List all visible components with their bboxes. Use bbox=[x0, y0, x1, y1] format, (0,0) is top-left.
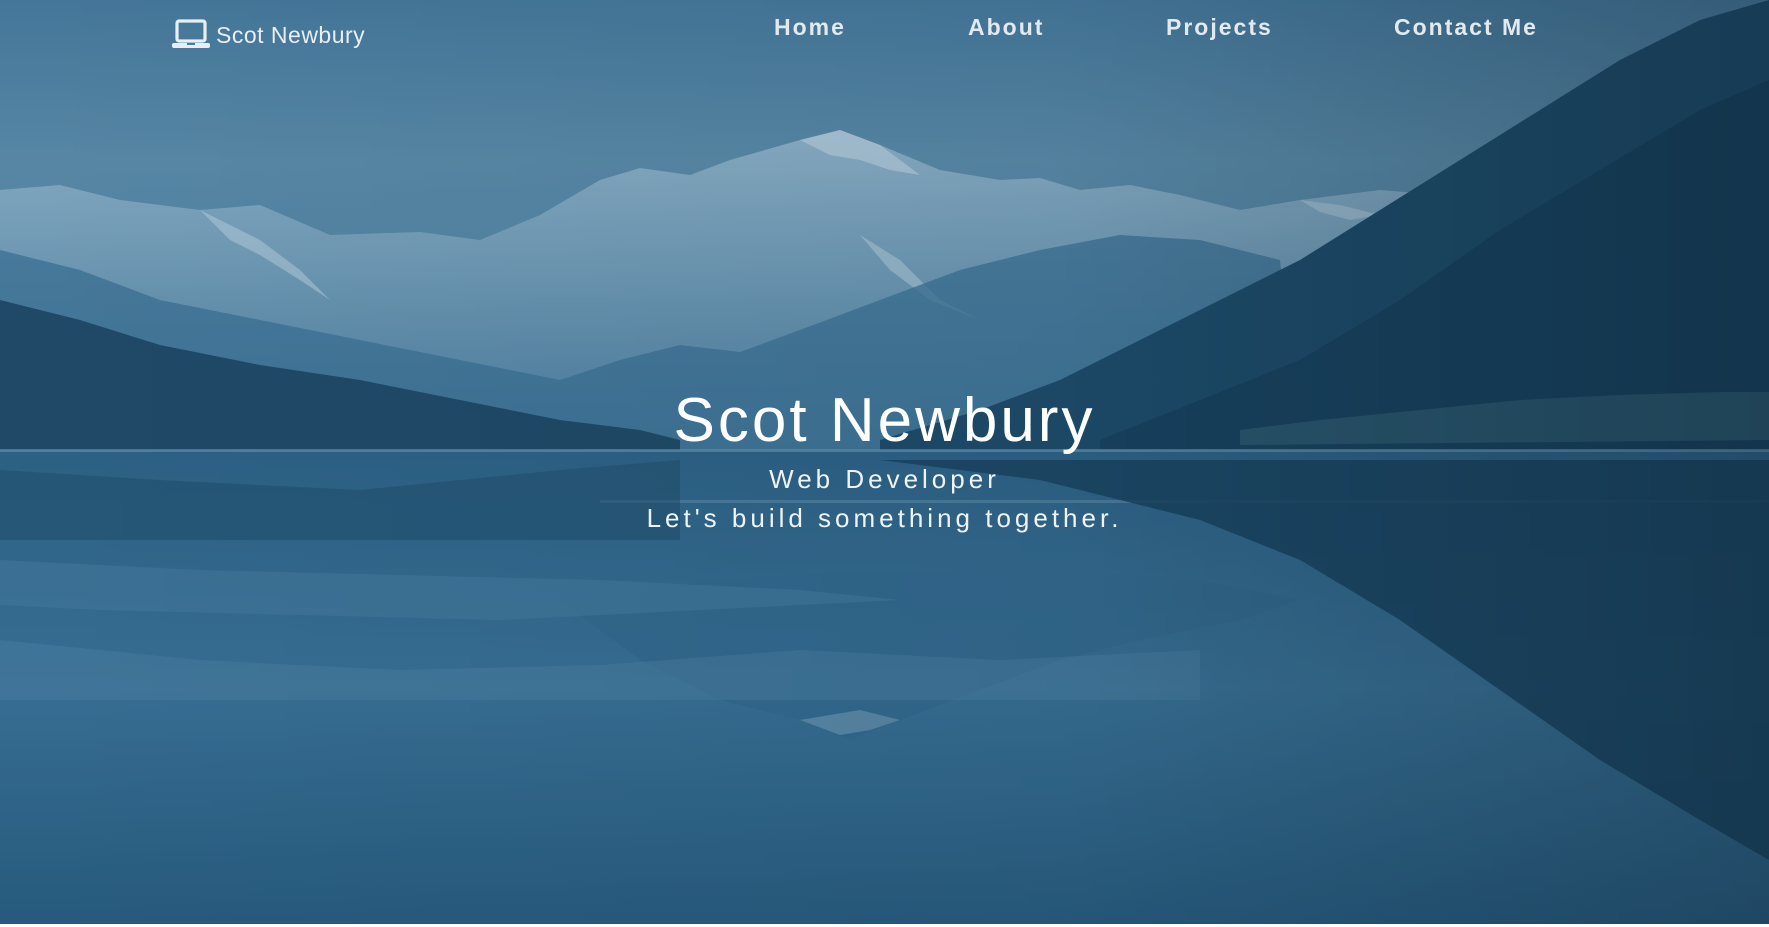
nav-link-contact[interactable]: Contact Me bbox=[1394, 14, 1538, 41]
nav-link-projects[interactable]: Projects bbox=[1166, 14, 1273, 41]
brand-link[interactable]: Scot Newbury bbox=[172, 18, 365, 52]
top-navbar: Scot Newbury Home About Projects Contact… bbox=[0, 0, 1769, 64]
hero-tagline: Let's build something together. bbox=[646, 503, 1123, 533]
laptop-icon bbox=[172, 19, 210, 51]
nav-link-about[interactable]: About bbox=[968, 14, 1044, 41]
hero-title: Scot Newbury bbox=[673, 386, 1096, 455]
nav-link-home[interactable]: Home bbox=[774, 14, 846, 41]
brand-name: Scot Newbury bbox=[216, 21, 366, 48]
hero-subtitle: Web Developer bbox=[769, 464, 1000, 494]
